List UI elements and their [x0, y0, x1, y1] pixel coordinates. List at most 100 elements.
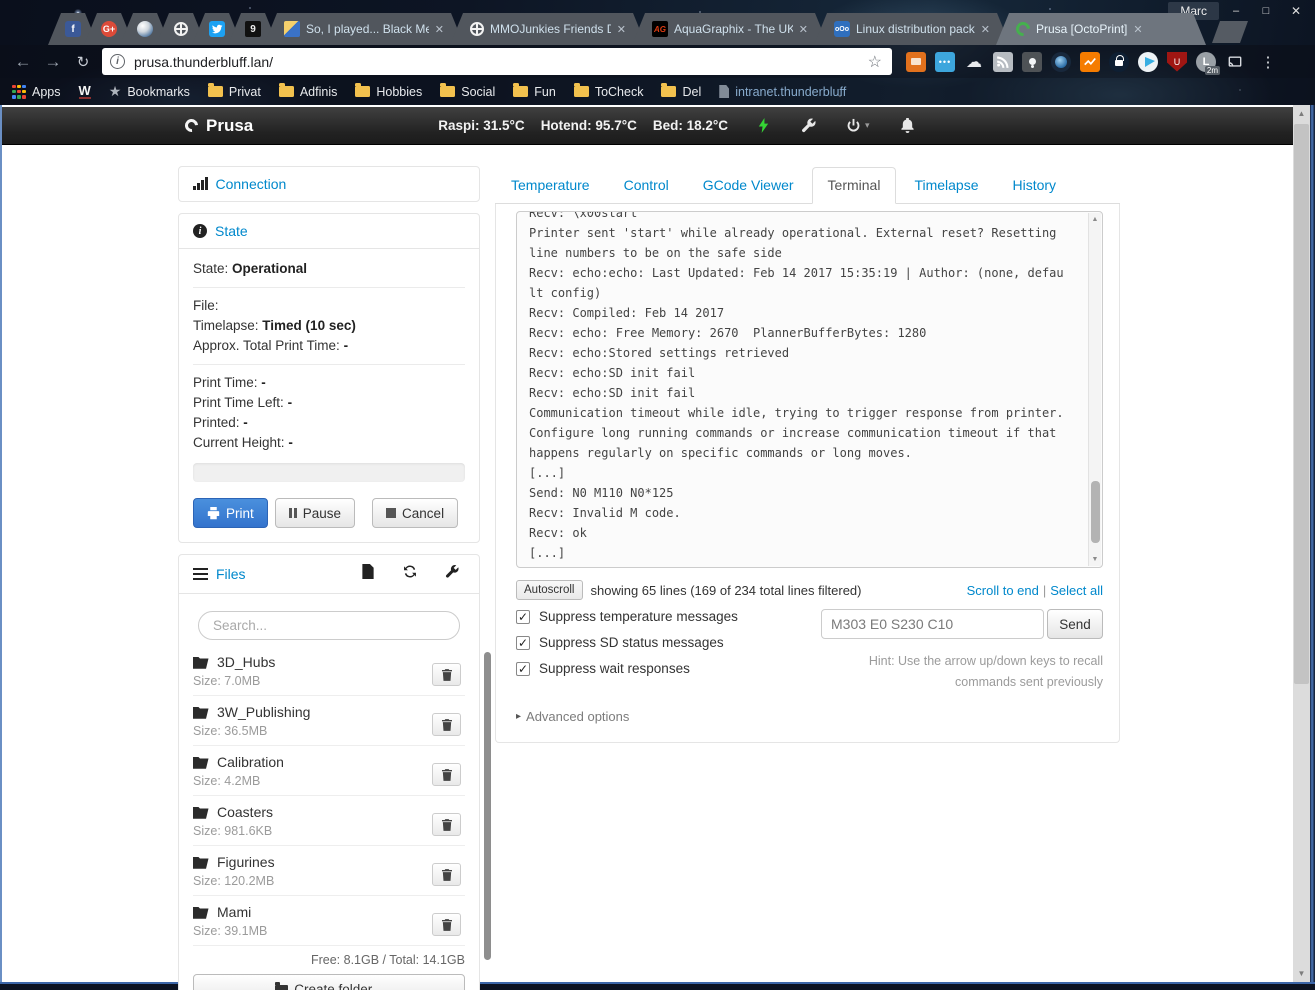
files-settings-wrench-icon[interactable] [445, 564, 459, 584]
tab-timelapse[interactable]: Timelapse [898, 167, 994, 203]
site-info-icon[interactable]: i [110, 54, 125, 69]
folder-row-mami[interactable]: Mami Size: 39.1MB [193, 896, 465, 946]
send-button[interactable]: Send [1047, 609, 1103, 639]
folder-row-figurines[interactable]: Figurines Size: 120.2MB [193, 846, 465, 896]
notifications-bell-icon[interactable] [900, 118, 915, 133]
terminal-log: Recv: \x00start Printer sent 'start' whi… [517, 211, 1070, 563]
files-scrollbar-thumb[interactable] [484, 652, 491, 960]
folder-row-3w-publishing[interactable]: 3W_Publishing Size: 36.5MB [193, 696, 465, 746]
terminal-scrollbar[interactable]: ▲ ▼ [1088, 213, 1101, 566]
folder-row-calibration[interactable]: Calibration Size: 4.2MB [193, 746, 465, 796]
bookmark-folder-fun[interactable]: Fun [513, 85, 556, 99]
url-input[interactable]: prusa.thunderbluff.lan/ [134, 54, 866, 70]
chrome-menu-icon[interactable]: ⋮ [1260, 53, 1276, 71]
state-header[interactable]: i State [179, 214, 479, 248]
folder-row-coasters[interactable]: Coasters Size: 981.6KB [193, 796, 465, 846]
forward-icon[interactable]: → [38, 52, 68, 72]
bookmark-folder-hobbies[interactable]: Hobbies [355, 85, 422, 99]
scrollbar-down-icon[interactable]: ▼ [1293, 965, 1310, 982]
reload-icon[interactable]: ↻ [68, 53, 98, 71]
tab-control[interactable]: Control [608, 167, 685, 203]
refresh-icon[interactable] [403, 564, 417, 584]
bookmark-folder-del[interactable]: Del [661, 85, 701, 99]
back-icon[interactable]: ← [8, 52, 38, 72]
autoscroll-button[interactable]: Autoscroll [516, 580, 583, 600]
lock-extension-icon[interactable] [1109, 52, 1129, 72]
power-menu-icon[interactable]: ▾ [846, 118, 870, 133]
tab-prusa-octoprint[interactable]: Prusa [OctoPrint] ✕ [996, 13, 1206, 45]
tab-history[interactable]: History [997, 167, 1073, 203]
cancel-button[interactable]: Cancel [372, 498, 458, 528]
files-header[interactable]: Files [179, 555, 479, 593]
ublock-shield-icon[interactable]: U [1167, 52, 1187, 72]
page-scrollbar[interactable]: ▲ ▼ [1293, 105, 1310, 982]
globe-extension-icon[interactable] [1051, 52, 1071, 72]
tab-close-icon[interactable]: ✕ [435, 23, 444, 36]
tab-close-icon[interactable]: ✕ [1133, 23, 1142, 36]
tab-close-icon[interactable]: ✕ [799, 23, 808, 36]
bookmark-folder-adfinis[interactable]: Adfinis [279, 85, 338, 99]
terminal-scroll-down-icon[interactable]: ▼ [1089, 556, 1101, 563]
power-plugin-icon[interactable] [756, 118, 771, 133]
cast-extension-icon[interactable] [1225, 52, 1245, 72]
delete-folder-button[interactable] [432, 763, 461, 786]
create-folder-button[interactable]: Create folder... [193, 974, 465, 990]
hide-gcode-icon[interactable] [361, 564, 375, 584]
checkbox-checked-icon[interactable]: ✓ [516, 636, 530, 650]
delete-folder-button[interactable] [432, 663, 461, 686]
tab-close-icon[interactable]: ✕ [981, 23, 990, 36]
tab-temperature[interactable]: Temperature [495, 167, 606, 203]
bookmark-folder-tocheck[interactable]: ToCheck [574, 85, 644, 99]
bookmark-star-icon[interactable]: ☆ [866, 52, 884, 72]
command-input[interactable] [821, 609, 1044, 639]
delete-folder-button[interactable] [432, 713, 461, 736]
telegram-extension-icon[interactable] [1138, 52, 1158, 72]
pause-button[interactable]: Pause [275, 498, 355, 528]
settings-wrench-icon[interactable] [801, 118, 816, 133]
checkbox-checked-icon[interactable]: ✓ [516, 662, 530, 676]
tab-black-mesa[interactable]: So, I played... Black Me ✕ [264, 13, 464, 45]
tab-mmojunkies[interactable]: MMOJunkies Friends D ✕ [450, 13, 646, 45]
lastpass-extension-icon[interactable]: L2m [1196, 52, 1216, 72]
folder-row-3d-hubs[interactable]: 3D_Hubs Size: 7.0MB [193, 646, 465, 696]
scrollbar-thumb[interactable] [1294, 124, 1309, 684]
suppress-temperature-checkbox[interactable]: ✓ Suppress temperature messages [516, 609, 821, 624]
hotend-temp: Hotend: 95.7°C [541, 118, 637, 133]
bookmark-intranet[interactable]: intranet.thunderbluff [719, 85, 846, 99]
bookmark-folder-privat[interactable]: Privat [208, 85, 261, 99]
advanced-options-toggle[interactable]: ▸ Advanced options [516, 709, 1103, 724]
lightbulb-extension-icon[interactable] [1022, 52, 1042, 72]
tab-gcode-viewer[interactable]: GCode Viewer [687, 167, 810, 203]
terminal-scroll-up-icon[interactable]: ▲ [1089, 216, 1101, 223]
delete-folder-button[interactable] [432, 813, 461, 836]
tab-close-icon[interactable]: ✕ [617, 23, 626, 36]
new-tab-button[interactable] [1212, 21, 1248, 43]
url-box[interactable]: i prusa.thunderbluff.lan/ ☆ [102, 48, 892, 75]
select-all-link[interactable]: Select all [1050, 583, 1103, 598]
cloud-extension-icon[interactable]: ☁ [964, 52, 984, 72]
print-button[interactable]: Print [193, 498, 268, 528]
chart-extension-icon[interactable] [1080, 52, 1100, 72]
rss-extension-icon[interactable] [993, 52, 1013, 72]
tv-extension-icon[interactable] [906, 52, 926, 72]
delete-folder-button[interactable] [432, 863, 461, 886]
delete-folder-button[interactable] [432, 913, 461, 936]
tab-terminal[interactable]: Terminal [812, 167, 897, 204]
bookmark-folder-social[interactable]: Social [440, 85, 495, 99]
scrollbar-up-icon[interactable]: ▲ [1293, 105, 1310, 122]
brand[interactable]: Prusa [185, 116, 253, 136]
suppress-sd-status-checkbox[interactable]: ✓ Suppress SD status messages [516, 635, 821, 650]
scroll-to-end-link[interactable]: Scroll to end [967, 583, 1039, 598]
connection-header[interactable]: Connection [179, 167, 479, 201]
tab-nav: Temperature Control GCode Viewer Termina… [495, 167, 1120, 204]
checkbox-checked-icon[interactable]: ✓ [516, 610, 530, 624]
suppress-wait-checkbox[interactable]: ✓ Suppress wait responses [516, 661, 821, 676]
terminal-scroll-thumb[interactable] [1091, 481, 1100, 543]
tab-aquagraphix[interactable]: AG AquaGraphix - The UK ✕ [632, 13, 828, 45]
bookmark-wikipedia[interactable]: W [79, 84, 91, 99]
chat-extension-icon[interactable]: ••• [935, 52, 955, 72]
bookmarks-menu[interactable]: ★ Bookmarks [109, 83, 190, 100]
files-search-input[interactable] [198, 611, 460, 640]
tab-linux-distribution[interactable]: oOo Linux distribution pack ✕ [814, 13, 1010, 45]
apps-shortcut[interactable]: Apps [12, 85, 61, 99]
